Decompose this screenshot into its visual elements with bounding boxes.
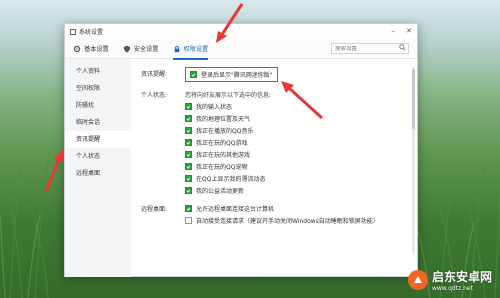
option-text: 自动接受连接请求（建议开手动关闭Windows自动睡眠和锁屏功能）	[196, 218, 379, 225]
annotation-highlight-box: 登录后显示"腾讯网迷你版"	[185, 67, 278, 82]
status-option-location-weather[interactable]: 我的地理位置及天气	[185, 114, 271, 123]
option-text: 登录后显示"腾讯网迷你版"	[201, 72, 273, 79]
search-box[interactable]	[331, 43, 409, 54]
settings-content: 资讯提醒: 登录后显示"腾讯网迷你版" 个人状态: 您将向好友展示以下选中的信息…	[131, 59, 417, 277]
settings-window: 系统设置 – ✕ 基本设置 安全设置 权限设置 搜索设置 个人资料 空间权限 防…	[64, 23, 418, 277]
watermark-url: www.qdtz.net	[431, 285, 473, 292]
watermark-title: 启东安卓网	[431, 270, 492, 284]
option-text: 允许远程桌面连接这台计算机	[196, 206, 275, 213]
checkbox-checked-icon[interactable]	[185, 103, 192, 110]
remote-option-auto-accept[interactable]: 自动接受连接请求（建议开手动关闭Windows自动睡眠和锁屏功能）	[185, 216, 379, 225]
app-icon	[70, 28, 76, 35]
status-option-qq-pet[interactable]: 我正在玩的QQ宠物	[185, 162, 271, 171]
checkbox-checked-icon[interactable]	[185, 187, 192, 194]
news-reminder-option[interactable]: 登录后显示"腾讯网迷你版"	[190, 70, 273, 79]
search-icon[interactable]	[399, 44, 406, 53]
status-option-other-games[interactable]: 我正在玩的其他游戏	[185, 150, 271, 159]
tab-security-settings[interactable]: 安全设置	[123, 39, 159, 59]
option-text: 我的公益活动更新	[196, 188, 245, 195]
sidebar-item-news-reminder[interactable]: 资讯提醒	[65, 131, 131, 148]
status-option-charity-updates[interactable]: 我的公益活动更新	[185, 186, 271, 195]
personal-status-label: 个人状态:	[141, 92, 168, 99]
checkbox-checked-icon[interactable]	[185, 127, 192, 134]
window-title: 系统设置	[79, 29, 104, 36]
checkbox-checked-icon[interactable]	[185, 115, 192, 122]
checkbox-checked-icon[interactable]	[185, 139, 192, 146]
sidebar-item-temp-session[interactable]: 临时会话	[65, 114, 131, 131]
scrollbar-thumb[interactable]	[412, 69, 415, 129]
news-reminder-label: 资讯提醒:	[141, 71, 168, 78]
sidebar-item-personal-status[interactable]: 个人状态	[65, 148, 131, 165]
annotation-arrow-sidebar	[44, 149, 64, 193]
news-reminder-row: 资讯提醒: 登录后显示"腾讯网迷你版"	[137, 67, 411, 82]
sidebar-item-anti-harassment[interactable]: 防骚扰	[65, 97, 131, 114]
option-text: 我正在玩的QQ游戏	[196, 140, 248, 147]
site-watermark: 启东安卓网 www.qdtz.net	[407, 268, 492, 292]
status-option-drift-updates[interactable]: 在QQ上显示我的漂流动态	[185, 174, 271, 183]
annotation-arrow-option	[281, 81, 324, 120]
close-button[interactable]: ✕	[401, 24, 417, 39]
annotation-arrow-tab	[216, 3, 244, 43]
minimize-button[interactable]: –	[385, 24, 401, 39]
tab-basic-settings[interactable]: 基本设置	[73, 39, 109, 59]
checkbox-checked-icon[interactable]	[190, 71, 197, 78]
remote-desktop-label: 远程桌面:	[141, 206, 168, 213]
option-text: 我正在玩的其他游戏	[196, 152, 251, 159]
tab-label: 权限设置	[183, 46, 209, 53]
option-text: 我正在播放的QQ音乐	[196, 128, 254, 135]
status-option-typing[interactable]: 我的输入状态	[185, 102, 271, 111]
option-text: 我的输入状态	[196, 104, 233, 111]
status-hint: 您将向好友展示以下选中的信息:	[185, 92, 272, 99]
sidebar-item-remote-desktop[interactable]: 远程桌面	[65, 165, 131, 182]
status-option-qq-music[interactable]: 我正在播放的QQ音乐	[185, 126, 271, 135]
option-text: 我正在玩的QQ宠物	[196, 164, 248, 171]
checkbox-checked-icon[interactable]	[185, 163, 192, 170]
sidebar: 个人资料 空间权限 防骚扰 临时会话 资讯提醒 个人状态 远程桌面	[65, 59, 131, 277]
personal-status-row: 个人状态: 您将向好友展示以下选中的信息: 我的输入状态 我的地理位置及天气 我…	[137, 90, 411, 198]
watermark-logo-icon	[407, 270, 428, 290]
checkbox-checked-icon[interactable]	[185, 205, 192, 212]
tab-label: 基本设置	[84, 46, 109, 53]
checkbox-checked-icon[interactable]	[185, 175, 192, 182]
gear-icon	[73, 45, 81, 53]
vertical-scrollbar[interactable]	[412, 67, 415, 253]
search-input[interactable]	[335, 45, 399, 52]
sidebar-item-space-permissions[interactable]: 空间权限	[65, 80, 131, 97]
sidebar-item-profile[interactable]: 个人资料	[65, 63, 131, 80]
lock-icon	[173, 45, 181, 53]
option-text: 在QQ上显示我的漂流动态	[196, 176, 266, 183]
status-option-qq-games[interactable]: 我正在玩的QQ游戏	[185, 138, 271, 147]
remote-option-allow[interactable]: 允许远程桌面连接这台计算机	[185, 204, 379, 213]
tab-label: 安全设置	[133, 46, 159, 53]
checkbox-checked-icon[interactable]	[185, 151, 192, 158]
checkbox-unchecked-icon[interactable]	[185, 217, 192, 224]
option-text: 我的地理位置及天气	[196, 116, 251, 123]
remote-desktop-row: 远程桌面: 允许远程桌面连接这台计算机 自动接受连接请求（建议开手动关闭Wind…	[137, 204, 411, 228]
tab-permission-settings[interactable]: 权限设置	[172, 39, 209, 60]
shield-icon	[123, 45, 131, 53]
